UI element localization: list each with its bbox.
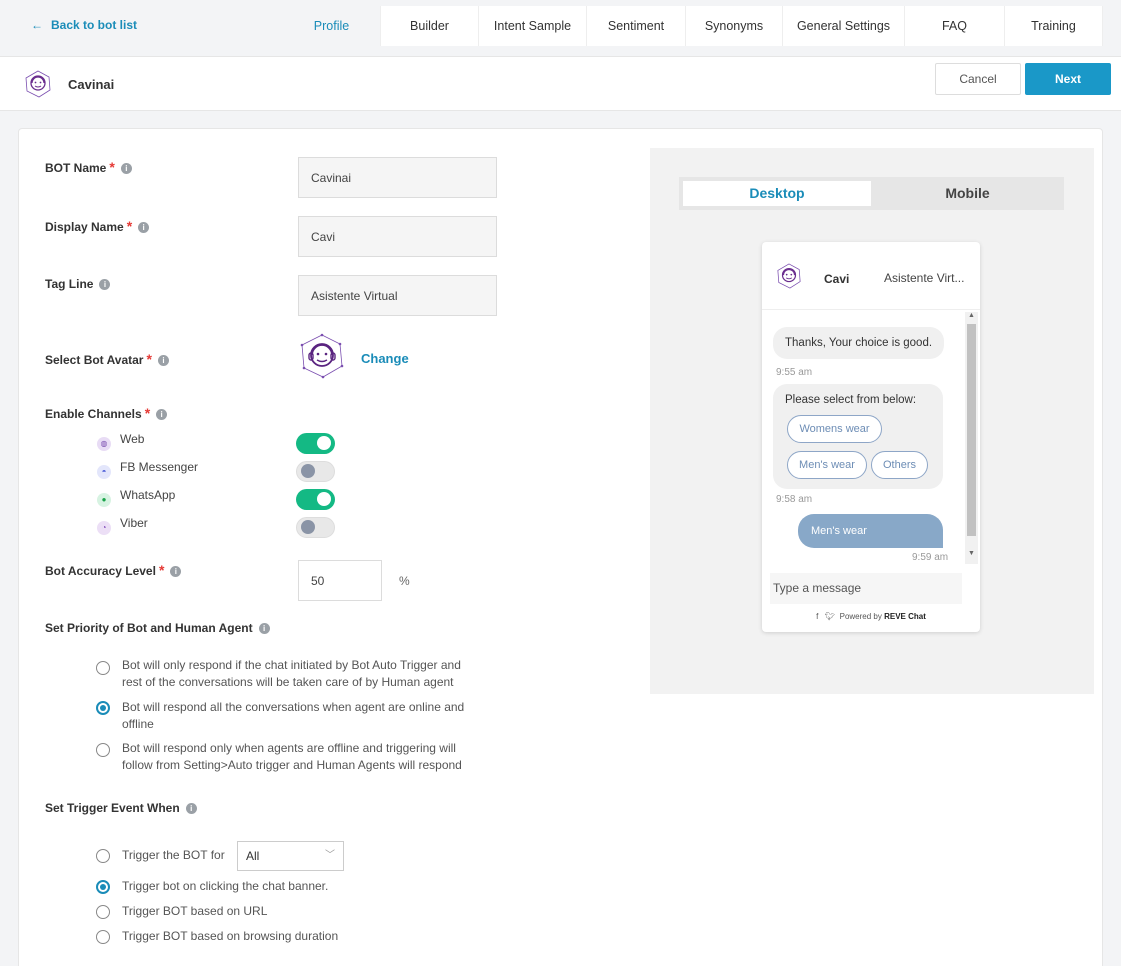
cancel-button[interactable]: Cancel [935,63,1021,95]
tag-line-field[interactable]: Asistente Virtual [298,275,497,316]
chevron-down-icon: ﹀ [325,850,335,861]
bot-title: Cavinai [68,77,115,92]
powered-by-footer: f 🐦︎ Powered by REVE Chat [816,612,926,621]
tab-intent-sample[interactable]: Intent Sample [479,6,587,46]
scroll-down-icon[interactable]: ▼ [968,550,975,557]
trigger-option-3: Trigger BOT based on URL [122,904,268,918]
percent-unit: % [399,574,410,588]
priority-option-1: Bot will only respond if the chat initia… [122,658,461,689]
info-icon: i [258,623,270,634]
channels-label: Enable Channels * i [45,405,168,421]
bot-header: Cavinai Cancel Next [0,56,1121,111]
channel-viber: ◔ Viber [97,516,148,535]
trigger-select[interactable]: All ﹀ [237,841,344,871]
info-icon: i [156,409,168,420]
scroll-up-icon[interactable]: ▲ [968,312,975,319]
display-name-field[interactable]: Cavi [298,216,497,257]
tab-faq[interactable]: FAQ [905,6,1005,46]
priority-radio-1[interactable] [96,661,110,675]
tab-desktop[interactable]: Desktop [683,181,871,206]
quick-reply-chip[interactable]: Men's wear [787,451,867,479]
tab-synonyms[interactable]: Synonyms [686,6,783,46]
tab-profile[interactable]: Profile [283,6,381,46]
display-name-label: Display Name * i [45,218,150,234]
facebook-icon[interactable]: f [816,612,818,621]
priority-radio-3[interactable] [96,743,110,757]
tab-builder[interactable]: Builder [381,6,479,46]
message-input[interactable]: Type a message [770,573,962,604]
twitter-icon[interactable]: 🐦︎ [825,612,835,621]
priority-option-3: Bot will respond only when agents are of… [122,741,462,772]
bot-avatar-image [300,333,344,379]
chat-widget-preview: Cavi Asistente Virt... Thanks, Your choi… [762,242,980,632]
info-icon: i [185,803,197,814]
widget-tagline: Asistente Virt... [884,271,965,285]
info-icon: i [138,222,150,233]
web-toggle[interactable] [296,433,335,454]
widget-preview-panel: Desktop Mobile Cavi Asistente Virt... Th… [650,148,1094,694]
widget-bot-avatar-icon [777,263,801,289]
tab-mobile[interactable]: Mobile [875,181,1060,206]
trigger-option-1: Trigger the BOT for [122,848,225,862]
whatsapp-icon: ● [97,493,111,507]
bot-name-field[interactable]: Cavinai [298,157,497,198]
trigger-radio-1[interactable] [96,849,110,863]
accuracy-input[interactable]: 50 [298,560,382,601]
info-icon: i [120,163,132,174]
message-timestamp: 9:55 am [776,367,813,378]
bot-name-label: BOT Name * i [45,159,132,175]
priority-option-2: Bot will respond all the conversations w… [122,700,465,731]
channel-fb-messenger: ◓ FB Messenger [97,460,198,479]
quick-reply-chip[interactable]: Womens wear [787,415,882,443]
change-avatar-link[interactable]: Change [361,351,409,366]
bot-avatar-icon [25,70,51,98]
info-icon: i [99,279,111,290]
back-to-bot-list-link[interactable]: ← Back to bot list [31,18,137,32]
preview-tabs: Desktop Mobile [679,177,1064,210]
priority-label: Set Priority of Bot and Human Agent i [45,621,270,635]
widget-bot-name: Cavi [824,272,850,286]
message-timestamp: 9:58 am [776,494,813,505]
avatar-label: Select Bot Avatar * i [45,351,169,367]
viber-toggle[interactable] [296,517,335,538]
whatsapp-toggle[interactable] [296,489,335,510]
message-scrollbar[interactable]: ▲ ▼ [965,312,978,564]
tab-sentiment[interactable]: Sentiment [587,6,686,46]
tab-general-settings[interactable]: General Settings [783,6,905,46]
channel-web: ◍ Web [97,432,144,451]
widget-header: Cavi Asistente Virt... [762,242,980,310]
trigger-radio-2[interactable] [96,880,110,894]
message-timestamp: 9:59 am [912,552,949,562]
info-icon: i [157,355,169,366]
globe-icon: ◍ [97,437,111,451]
tab-training[interactable]: Training [1005,6,1103,46]
trigger-label: Set Trigger Event When i [45,801,197,815]
tag-line-label: Tag Line i [45,277,111,291]
trigger-option-2: Trigger bot on clicking the chat banner. [122,879,329,893]
trigger-option-4: Trigger BOT based on browsing duration [122,929,339,943]
trigger-radio-4[interactable] [96,930,110,944]
bot-message: Thanks, Your choice is good. [773,327,945,359]
arrow-left-icon: ← [31,18,43,32]
viber-icon: ◔ [97,521,111,535]
quick-reply-chip[interactable]: Others [871,451,928,479]
messenger-icon: ◓ [97,465,111,479]
fb-messenger-toggle[interactable] [296,461,335,482]
accuracy-label: Bot Accuracy Level * i [45,562,182,578]
info-icon: i [170,566,182,577]
profile-form-card: BOT Name * i Cavinai Display Name * i Cavi T… [18,128,1103,966]
channel-whatsapp: ● WhatsApp [97,488,175,507]
message-list: Thanks, Your choice is good. 9:55 am Ple… [762,311,980,562]
next-button[interactable]: Next [1025,63,1111,95]
tab-bar: Profile Builder Intent Sample Sentiment … [283,6,1103,46]
user-message: Men's wear [798,514,943,548]
top-nav: ← Back to bot list Profile Builder Intent… [0,0,1121,50]
priority-radio-2[interactable] [96,701,110,715]
scrollbar-thumb[interactable] [967,324,976,536]
trigger-radio-3[interactable] [96,905,110,919]
